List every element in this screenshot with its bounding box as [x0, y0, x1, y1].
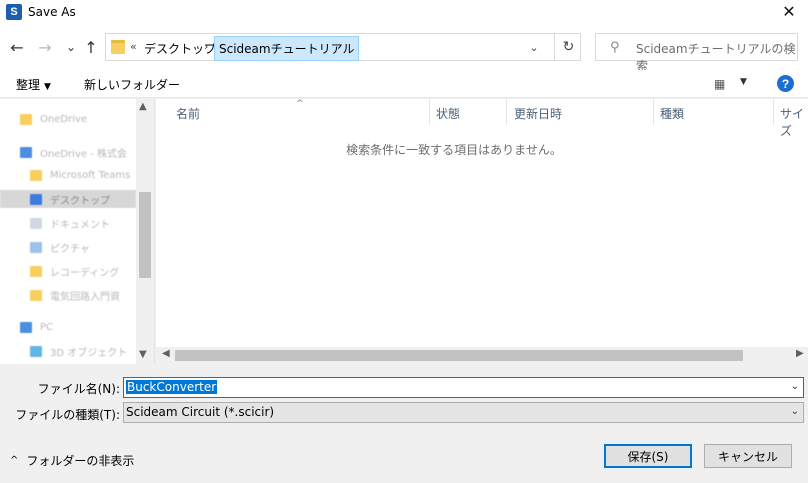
hide-folders-label: フォルダーの非表示 [26, 454, 135, 468]
desktop-icon [30, 193, 42, 205]
close-icon[interactable]: ✕ [780, 3, 798, 21]
sidebar-vertical-scrollbar[interactable]: ▲ ▼ [136, 99, 154, 364]
column-divider[interactable] [506, 99, 507, 125]
command-toolbar: 整理 ▼ 新しいフォルダー ▦ ▼ ? [0, 70, 808, 98]
filename-dropdown-chevron-down-icon[interactable]: ⌄ [791, 381, 799, 392]
folder-icon [30, 265, 42, 277]
search-icon: ⚲ [610, 40, 620, 55]
folder-icon [30, 169, 42, 181]
window-title: Save As [28, 5, 76, 19]
filetype-select[interactable]: Scideam Circuit (*.scicir) ⌄ [123, 402, 804, 423]
view-options-icon[interactable]: ▦ [714, 77, 725, 91]
sidebar-item-circuit-intro[interactable]: 電気回路入門資 [30, 286, 120, 304]
address-dropdown-chevron-down-icon[interactable]: ⌄ [526, 41, 542, 55]
sidebar-item-label: レコーディング [50, 267, 120, 279]
view-caret-down-icon[interactable]: ▼ [740, 77, 747, 87]
column-header-size[interactable]: サイズ [780, 105, 808, 139]
sidebar-item-pictures[interactable]: ピクチャ [30, 238, 90, 256]
organize-label: 整理 [16, 78, 41, 92]
sidebar-item-3d-objects[interactable]: 3D オブジェクト [30, 342, 127, 360]
column-header-name[interactable]: 名前 [176, 105, 200, 122]
help-icon[interactable]: ? [777, 75, 794, 92]
title-bar: S Save As ✕ [0, 0, 808, 24]
cloud-icon [20, 146, 32, 158]
sidebar-item-label: 3D オブジェクト [50, 347, 128, 359]
search-box[interactable]: ⚲ Scideamチュートリアルの検索 [595, 33, 798, 73]
sidebar-item-label: デスクトップ [50, 195, 110, 207]
column-divider[interactable] [773, 99, 774, 125]
chevron-up-icon: ^ [10, 455, 19, 466]
folder-icon [30, 289, 42, 301]
column-divider[interactable] [429, 99, 430, 125]
scroll-left-icon[interactable]: ◀ [162, 348, 170, 359]
up-arrow-icon[interactable]: ↑ [82, 38, 100, 57]
sidebar-item-onedrive[interactable]: OneDrive [20, 110, 87, 128]
sidebar-item-recordings[interactable]: レコーディング [30, 262, 119, 280]
save-button[interactable]: 保存(S) [604, 444, 692, 468]
cube-icon [30, 345, 42, 357]
new-folder-button[interactable]: 新しいフォルダー [84, 76, 180, 93]
sidebar-item-label: ドキュメント [50, 219, 110, 231]
picture-icon [30, 241, 42, 253]
filetype-dropdown-chevron-down-icon[interactable]: ⌄ [791, 406, 799, 417]
sidebar-item-label: Microsoft Teams [50, 169, 131, 181]
organize-button[interactable]: 整理 ▼ [16, 76, 51, 93]
recent-locations-chevron-down-icon[interactable]: ⌄ [62, 38, 80, 56]
column-header-type[interactable]: 種類 [660, 105, 684, 122]
search-placeholder: Scideamチュートリアルの検索 [636, 42, 796, 73]
breadcrumb-separator-icon[interactable]: › [204, 40, 208, 53]
sidebar-item-desktop[interactable]: デスクトップ [0, 190, 136, 208]
filetype-label: ファイルの種類(T): [15, 408, 120, 422]
navigation-pane[interactable]: OneDrive OneDrive - 株式会 Microsoft Teams … [0, 99, 155, 364]
back-arrow-icon[interactable]: ← [8, 38, 26, 57]
refresh-icon[interactable]: ↻ [554, 34, 582, 60]
document-icon [30, 217, 42, 229]
scrollbar-thumb[interactable] [175, 350, 743, 361]
scroll-down-icon[interactable]: ▼ [139, 349, 147, 360]
sidebar-item-onedrive-business[interactable]: OneDrive - 株式会 [20, 143, 127, 161]
column-header-modified[interactable]: 更新日時 [514, 105, 562, 122]
sidebar-item-documents[interactable]: ドキュメント [30, 214, 110, 232]
filename-label: ファイル名(N): [37, 382, 120, 396]
file-list[interactable]: ^ 名前 状態 更新日時 種類 サイズ 検索条件に一致する項目はありません。 ◀… [156, 99, 808, 364]
sidebar-item-label: ピクチャ [50, 243, 90, 255]
file-list-horizontal-scrollbar[interactable]: ◀ ▶ [156, 347, 808, 364]
computer-icon [20, 321, 32, 333]
hide-folders-toggle[interactable]: ^ フォルダーの非表示 [10, 452, 134, 469]
sort-ascending-icon: ^ [296, 99, 304, 109]
filetype-value: Scideam Circuit (*.scicir) [126, 405, 275, 419]
app-icon: S [6, 4, 22, 20]
forward-arrow-icon[interactable]: → [36, 38, 54, 57]
breadcrumb-overflow-icon[interactable]: « [130, 40, 137, 53]
filename-input[interactable]: BuckConverter ⌄ [123, 377, 804, 398]
column-divider[interactable] [653, 99, 654, 125]
navigation-bar: ← → ⌄ ↑ « デスクトップ › Scideamチュートリアル ⌄ ↻ ⚲ … [0, 24, 808, 73]
scroll-up-icon[interactable]: ▲ [139, 101, 147, 112]
scrollbar-thumb[interactable] [139, 192, 151, 278]
caret-down-icon: ▼ [44, 82, 51, 92]
folder-icon [111, 40, 125, 54]
folder-icon [20, 113, 32, 125]
sidebar-item-pc[interactable]: PC [20, 318, 53, 336]
sidebar-item-label: OneDrive - 株式会 [40, 148, 127, 160]
empty-message: 検索条件に一致する項目はありません。 [346, 143, 562, 157]
sidebar-item-label: PC [40, 321, 54, 333]
sidebar-item-teams[interactable]: Microsoft Teams [30, 166, 130, 184]
scroll-right-icon[interactable]: ▶ [796, 348, 804, 359]
address-bar[interactable]: « デスクトップ › Scideamチュートリアル ⌄ ↻ [105, 33, 581, 61]
breadcrumb-item-current[interactable]: Scideamチュートリアル [214, 36, 360, 61]
cancel-button[interactable]: キャンセル [704, 444, 792, 468]
sidebar-item-label: OneDrive [40, 113, 88, 125]
filename-value: BuckConverter [126, 380, 218, 394]
sidebar-item-label: 電気回路入門資 [50, 291, 120, 303]
column-header-status[interactable]: 状態 [436, 105, 460, 122]
